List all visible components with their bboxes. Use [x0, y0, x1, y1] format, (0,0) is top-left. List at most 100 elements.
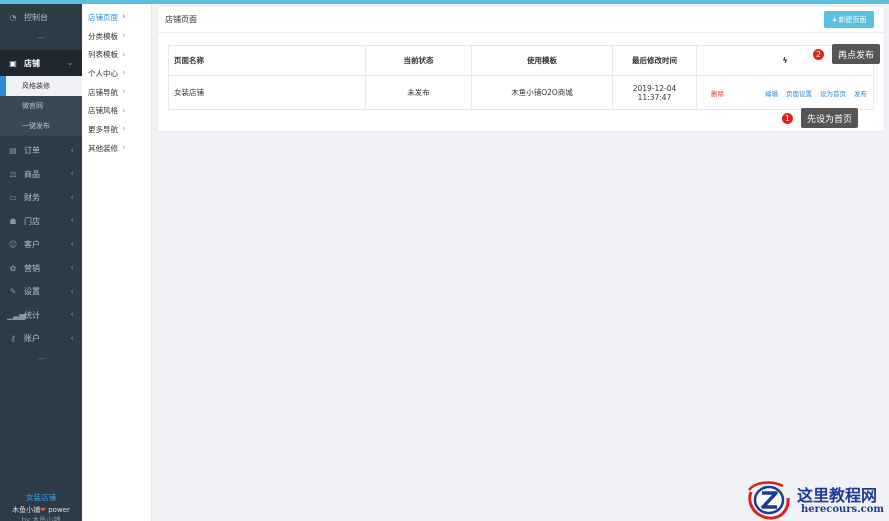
chevron-right-icon: › — [122, 87, 126, 98]
chevron-right-icon: › — [122, 49, 126, 60]
chevron-right-icon: › — [122, 124, 126, 135]
sidebar-item-label: 店铺 — [24, 58, 40, 68]
sidebar-item-dashboard[interactable]: ◔ 控制台 — [0, 4, 82, 30]
delete-link[interactable]: 删除 — [711, 88, 724, 98]
page-settings-link[interactable]: 页面设置 — [786, 88, 812, 98]
sidebar-divider: — — [37, 33, 45, 42]
submenu-item-shop-nav[interactable]: 店铺导航 › — [82, 83, 151, 102]
sidebar-item-finance[interactable]: ▭ 财务 ‹ — [0, 186, 82, 210]
sidebar-item-marketing[interactable]: ✿ 营销 ‹ — [0, 257, 82, 281]
shop-icon: ▣ — [9, 58, 17, 68]
sidebar-item-stores[interactable]: ☗ 门店 ‹ — [0, 210, 82, 234]
chevron-down-icon: ⌄ — [66, 58, 74, 68]
dashboard-icon: ◔ — [9, 12, 17, 22]
sidebar-item-label: 财务 — [24, 193, 40, 203]
submenu-item-label: 个人中心 — [88, 68, 118, 78]
sidebar-item-label: 设置 — [24, 287, 40, 297]
callout-badge-1: 1 — [781, 112, 794, 125]
watermark-cn-text: 这里教程网 — [797, 486, 878, 505]
submenu-item-more-nav[interactable]: 更多导航 › — [82, 120, 151, 139]
chevron-left-icon: ‹ — [70, 192, 74, 203]
sidebar-item-orders[interactable]: ▤ 订单 ‹ — [0, 139, 82, 163]
submenu-item-category-template[interactable]: 分类模板 › — [82, 27, 151, 46]
submenu-item-shop-pages[interactable]: 店铺页面 › — [82, 8, 151, 27]
sidebar-item-account[interactable]: ⚷ 账户 ‹ — [0, 327, 82, 351]
sidebar-item-label: 统计 — [24, 310, 40, 320]
cell-status: 未发布 — [365, 75, 472, 110]
sidebar-item-label: 门店 — [24, 216, 40, 226]
footer-power-suffix: power — [48, 506, 70, 514]
sidebar-item-settings[interactable]: ✎ 设置 ‹ — [0, 280, 82, 304]
publish-link[interactable]: 发布 — [854, 88, 867, 98]
sidebar-footer: 女装店铺 木鱼小铺❤ power by 木鱼小铺 — [0, 492, 82, 521]
lightning-icon: ϟ — [782, 56, 788, 65]
chevron-left-icon: ‹ — [70, 286, 74, 297]
sidebar-subitem-microsite[interactable]: 微官网 — [0, 96, 82, 116]
sidebar-subitem-style[interactable]: 风格装修 — [0, 76, 82, 96]
sidebar-item-products[interactable]: ⚖ 商品 ‹ — [0, 163, 82, 187]
callout-tip-publish: 再点发布 — [832, 44, 881, 64]
sidebar-item-label: 客户 — [24, 240, 40, 250]
panel-title: 店铺页面 — [158, 7, 884, 33]
submenu-item-label: 店铺导航 — [88, 87, 118, 97]
chevron-left-icon: ‹ — [70, 145, 74, 156]
chevron-left-icon: ‹ — [70, 216, 74, 227]
key-icon: ⚷ — [10, 334, 16, 344]
sidebar-item-stats[interactable]: ▁▃▅ 统计 ‹ — [0, 304, 82, 328]
header-template: 使用模板 — [471, 45, 613, 76]
callout-badge-2: 2 — [812, 48, 825, 61]
stores-icon: ☗ — [9, 216, 17, 226]
cell-page-name: 女装店铺 — [168, 75, 366, 110]
header-page-name: 页面名称 — [168, 45, 366, 76]
chevron-right-icon: › — [122, 12, 126, 23]
submenu-item-list-template[interactable]: 列表模板 › — [82, 45, 151, 64]
sidebar-item-customers[interactable]: ☺ 客户 ‹ — [0, 233, 82, 257]
submenu-item-shop-style[interactable]: 店铺风格 › — [82, 101, 151, 120]
submenu-item-label: 分类模板 — [88, 31, 118, 41]
chevron-left-icon: ‹ — [70, 333, 74, 344]
chevron-right-icon: › — [122, 68, 126, 79]
chevron-left-icon: ‹ — [70, 239, 74, 250]
chevron-left-icon: ‹ — [70, 169, 74, 180]
new-page-label: 新建页面 — [838, 15, 867, 24]
watermark-en-text: herecours.com — [801, 504, 885, 515]
watermark: 这里教程网 herecours.com — [745, 478, 889, 521]
submenu-item-personal-center[interactable]: 个人中心 › — [82, 64, 151, 83]
modified-time: 11:37:47 — [637, 92, 672, 102]
cell-template: 木鱼小铺O2O商城 — [471, 75, 613, 110]
plus-icon: + — [831, 15, 838, 24]
footer-shop-name[interactable]: 女装店铺 — [0, 492, 82, 503]
sidebar-item-label: 账户 — [24, 334, 40, 344]
pages-table: 页面名称 当前状态 使用模板 最后修改时间 ϟ 女装店铺 未发布 木鱼小铺O2O… — [168, 45, 874, 110]
heart-icon: ❤ — [40, 506, 46, 514]
sidebar-subitem-publish[interactable]: 一键发布 — [0, 116, 82, 136]
sidebar-divider: — — [37, 353, 45, 363]
secondary-menu: 店铺页面 › 分类模板 › 列表模板 › 个人中心 › 店铺导航 › 店铺风格 … — [82, 4, 152, 521]
chevron-left-icon: ‹ — [70, 310, 74, 321]
wrench-icon: ✎ — [9, 287, 17, 297]
table-header-row: 页面名称 当前状态 使用模板 最后修改时间 ϟ — [168, 45, 874, 76]
main-sidebar: ◔ 控制台 — ▣ 店铺 ⌄ 风格装修 微官网 一键发布 ▤ 订单 ‹ ⚖ 商品… — [0, 4, 82, 521]
submenu-item-other-decor[interactable]: 其他装修 › — [82, 139, 151, 158]
table-row: 女装店铺 未发布 木鱼小铺O2O商城 2019-12-04 11:37:47 删… — [168, 75, 874, 110]
set-home-link[interactable]: 设为首页 — [820, 88, 846, 98]
sidebar-item-shop[interactable]: ▣ 店铺 ⌄ — [0, 50, 82, 76]
shop-pages-panel: 店铺页面 + 新建页面 页面名称 当前状态 使用模板 最后修改时间 ϟ 女装店铺 … — [157, 6, 885, 132]
cell-actions: 删除 编辑 页面设置 设为首页 发布 — [696, 75, 874, 110]
chevron-left-icon: ‹ — [70, 263, 74, 274]
orders-icon: ▤ — [9, 146, 17, 156]
footer-cut-text: by 木鱼小铺 — [21, 516, 61, 521]
header-status: 当前状态 — [365, 45, 472, 76]
footer-power: 木鱼小铺❤ power — [0, 505, 82, 515]
edit-link[interactable]: 编辑 — [765, 88, 778, 98]
marketing-icon: ✿ — [9, 263, 17, 273]
new-page-button[interactable]: + 新建页面 — [824, 11, 874, 28]
header-modified: 最后修改时间 — [612, 45, 697, 76]
modified-date: 2019-12-04 — [632, 83, 677, 93]
submenu-item-label: 列表模板 — [88, 50, 118, 60]
sidebar-item-label: 订单 — [24, 146, 40, 156]
callout-tip-set-home: 先设为首页 — [801, 108, 859, 128]
watermark-logo-icon — [748, 481, 790, 520]
submenu-item-label: 店铺风格 — [88, 106, 118, 116]
sidebar-item-label: 控制台 — [24, 12, 48, 22]
